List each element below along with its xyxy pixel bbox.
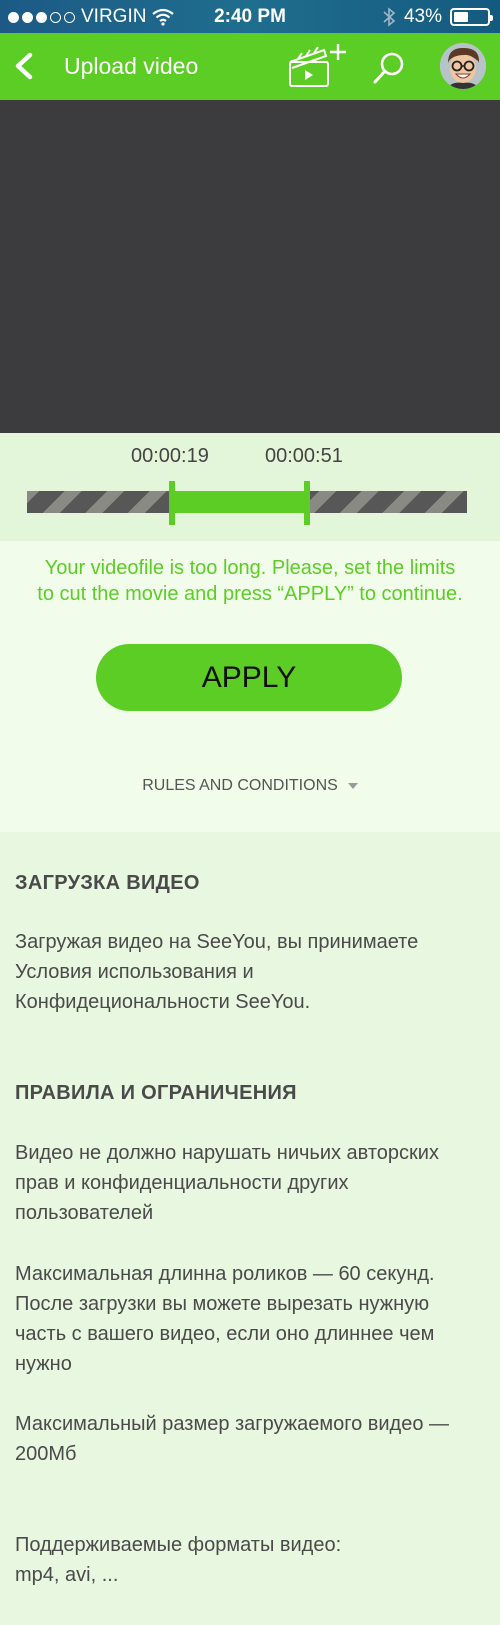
search-icon[interactable] [372,51,406,85]
chevron-down-icon [347,782,358,789]
text-line: Конфидециональности SeeYou. [15,991,311,1013]
battery-fill [454,12,468,22]
text-line: После загрузки вы можете вырезать нужную [15,1293,430,1315]
video-preview[interactable] [0,100,500,433]
back-arrow-icon[interactable] [12,51,36,81]
trim-start-time: 00:00:19 [131,445,209,467]
app-bar: Upload video [0,33,500,100]
text-line: прав и конфиденциальности других [15,1172,349,1194]
message-line-2: to cut the movie and press “APPLY” to co… [37,583,463,605]
text-line: Максимальный размер загружаемого видео — [15,1413,450,1435]
status-bar: VIRGIN 2:40 PM 43% [0,0,500,33]
text-line: нужно [15,1353,72,1375]
section-heading-rules: ПРАВИЛА И ОГРАНИЧЕНИЯ [15,1082,297,1104]
apply-button[interactable]: APPLY [96,644,402,711]
add-video-clapper-icon[interactable] [288,42,348,90]
battery-percent: 43% [403,6,442,27]
too-long-message: Your videofile is too long. Please, set … [10,555,490,607]
trim-selected-range[interactable] [170,491,307,513]
paragraph-formats: Поддерживаемые форматы видео: mp4, avi, … [15,1530,485,1590]
trim-start-handle[interactable] [169,481,175,525]
text-line: mp4, avi, ... [15,1564,119,1586]
section-heading-upload: ЗАГРУЗКА ВИДЕО [15,872,200,894]
battery-icon [450,8,493,26]
text-line: Условия использования и [15,961,254,983]
paragraph-copyright: Видео не должно нарушать ничьих авторски… [15,1138,485,1228]
status-right: 43% [382,6,493,28]
rules-and-conditions-toggle[interactable]: RULES AND CONDITIONS [0,777,500,795]
trim-end-handle[interactable] [304,481,310,525]
bluetooth-icon [383,7,396,27]
message-area: Your videofile is too long. Please, set … [0,541,500,832]
text-line: Видео не должно нарушать ничьих авторски… [15,1142,439,1164]
avatar[interactable] [440,43,486,89]
text-line: Загружая видео на SeeYou, вы принимаете [15,931,419,953]
trim-end-time: 00:00:51 [265,445,343,467]
text-line: 200Мб [15,1443,77,1465]
avatar-face-icon [440,43,486,89]
text-line: пользователей [15,1202,154,1224]
text-line: Максимальная длинна роликов — 60 секунд. [15,1263,435,1285]
text-line: Поддерживаемые форматы видео: [15,1534,342,1556]
trim-control: 00:00:19 00:00:51 [0,433,500,541]
message-line-1: Your videofile is too long. Please, set … [44,557,456,579]
rules-label: RULES AND CONDITIONS [142,777,338,794]
text-line: часть с вашего видео, если оно длиннее ч… [15,1323,435,1345]
paragraph-upload-terms: Загружая видео на SeeYou, вы принимаете … [15,927,485,1017]
paragraph-max-size: Максимальный размер загружаемого видео —… [15,1409,485,1469]
page-title: Upload video [64,53,199,79]
paragraph-max-length: Максимальная длинна роликов — 60 секунд.… [15,1259,485,1379]
